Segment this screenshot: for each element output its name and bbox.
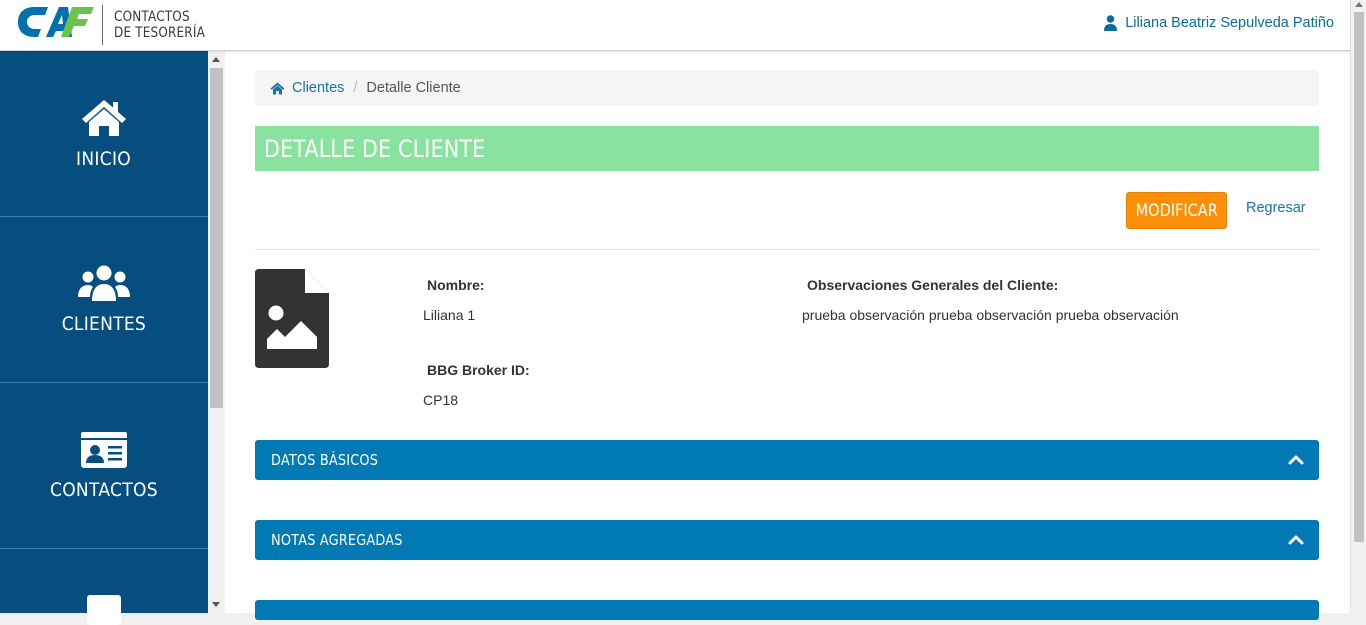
user-name[interactable]: Liliana Beatriz Sepulveda Patiño [1125,15,1334,31]
page-title: DETALLE DE CLIENTE [264,134,486,163]
name-value: Liliana 1 [423,307,476,323]
sidebar-partial-icon [87,595,121,625]
logo-text-line1: CONTACTOS [114,9,190,25]
page-scrollbar[interactable] [1350,0,1366,613]
observations-label: Observaciones Generales del Cliente: [807,277,1059,293]
modify-button[interactable]: MODIFICAR [1126,192,1227,229]
file-image-icon [255,269,329,368]
home-icon[interactable] [270,82,285,95]
panel-title: DATOS BÁSICOS [271,451,379,469]
name-label: Nombre: [427,277,485,293]
scroll-down-icon[interactable] [212,602,220,607]
user-menu[interactable]: Liliana Beatriz Sepulveda Patiño [1104,15,1334,31]
sidebar-item-label: INICIO [76,147,132,170]
chevron-up-icon[interactable] [1288,533,1304,545]
logo-text-line2: DE TESORERÍA [114,25,205,41]
scroll-up-icon[interactable] [212,57,220,62]
modify-button-label: MODIFICAR [1135,201,1218,220]
sidebar-item-label: CLIENTES [61,312,147,335]
sidebar: INICIO CLIENTES CONTACTOS [0,51,208,625]
page-scroll-thumb[interactable] [1354,12,1364,542]
broker-id-value: CP18 [423,392,459,408]
divider [255,249,1319,250]
home-icon [82,99,126,136]
sidebar-item-inicio[interactable]: INICIO [0,51,208,217]
id-card-icon [81,431,127,468]
user-icon [1104,15,1118,31]
observations-value: prueba observación prueba observación pr… [802,307,1179,323]
logo-separator [102,5,103,45]
logo-mark [16,3,94,48]
logo-text: CONTACTOS DE TESORERÍA [114,9,205,41]
panel-partial[interactable] [255,600,1319,620]
sidebar-item-label: CONTACTOS [50,478,158,501]
sidebar-item-clientes[interactable]: CLIENTES [0,217,208,383]
panel-datos-basicos[interactable]: DATOS BÁSICOS [255,440,1319,480]
sidebar-item-contactos[interactable]: CONTACTOS [0,383,208,549]
scroll-up-icon[interactable] [1355,2,1363,7]
panel-title: NOTAS AGREGADAS [271,531,403,549]
caf-logo-icon [18,6,94,37]
chevron-up-icon[interactable] [1288,453,1304,465]
panel-notas-agregadas[interactable]: NOTAS AGREGADAS [255,520,1319,560]
logo[interactable]: CONTACTOS DE TESORERÍA [16,5,220,45]
page-title-bar: DETALLE DE CLIENTE [255,126,1319,171]
breadcrumb-separator: / [353,80,358,96]
broker-id-label: BBG Broker ID: [427,362,530,378]
top-header: CONTACTOS DE TESORERÍA Liliana Beatriz S… [0,0,1350,51]
users-icon [78,265,130,301]
breadcrumb: Clientes / Detalle Cliente [255,70,1319,106]
sidebar-item-partial[interactable] [0,549,208,625]
back-link[interactable]: Regresar [1246,200,1306,216]
breadcrumb-current: Detalle Cliente [366,80,461,96]
main-content: Clientes / Detalle Cliente DETALLE DE CL… [225,51,1350,620]
sidebar-scrollbar[interactable] [208,51,225,613]
sidebar-scroll-thumb[interactable] [210,68,223,408]
breadcrumb-link-clientes[interactable]: Clientes [292,80,344,96]
